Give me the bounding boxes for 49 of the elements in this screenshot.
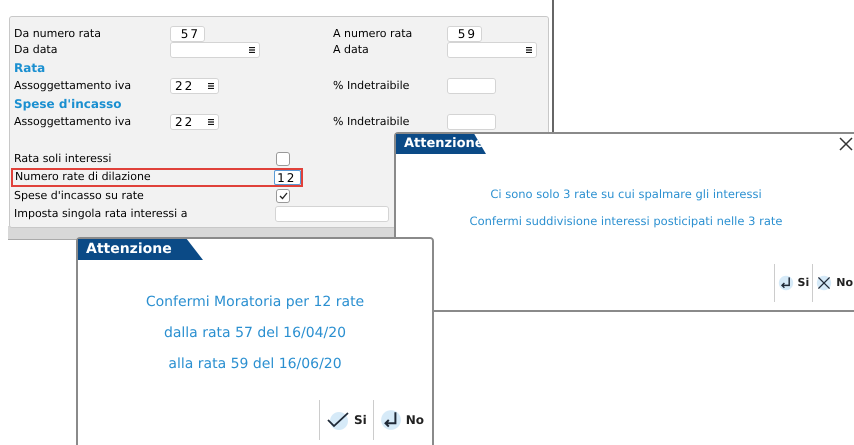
checkbox[interactable] [276,152,290,166]
field-label: Da numero rata [14,26,102,42]
list-icon [208,83,214,89]
number-field[interactable]: 57 [170,26,205,42]
field-label: A numero rata [333,26,414,42]
list-icon [249,47,255,53]
section-heading: Spese d'incasso [14,96,122,113]
dialog-button[interactable]: Si [318,400,373,440]
input-field[interactable] [275,206,389,222]
field-label: Rata soli interessi [14,150,112,167]
dialog-button[interactable]: No [372,400,430,440]
dialog-message: dalla rata 57 del 16/04/20 [164,324,346,343]
close-button[interactable] [838,136,854,152]
date-field[interactable] [447,42,537,58]
close-icon [838,136,854,152]
input-field[interactable] [447,78,496,94]
section-heading: Rata [14,60,46,77]
dialog-message: Ci sono solo 3 rate su cui spalmare gli interessi [490,186,762,203]
field-label: Imposta singola rata interessi a [14,206,188,222]
dialog-message: Confermi suddivisione interessi posticipati nelle 3 rate [470,213,782,230]
enter-icon [380,409,402,431]
dialog-message: alla rata 59 del 16/06/20 [168,355,342,374]
date-field[interactable] [170,42,260,58]
number-field[interactable]: 59 [447,26,482,42]
checkbox[interactable] [276,189,290,203]
dialog-title: Attenzione [78,239,203,260]
select-value: 22 [175,114,194,131]
check-icon [326,409,350,431]
field-label: % Indetraibile [333,114,410,130]
dialog-message: Confermi Moratoria per 12 rate [146,293,364,312]
number-field[interactable]: 12 [274,170,301,185]
input-field[interactable] [447,114,496,130]
list-icon [526,47,532,53]
check-icon [278,192,288,200]
select-field[interactable]: 22 [170,78,219,94]
field-label: Assoggettamento iva [14,114,132,130]
dialog-button[interactable]: No [812,264,854,302]
field-label: Da data [14,42,58,58]
select-value: 22 [175,78,194,95]
field-label: A data [333,42,370,58]
dialog-button[interactable]: Si [774,264,812,302]
close-icon [816,275,832,291]
field-label: Assoggettamento iva [14,78,132,94]
field-label: Numero rate di dilazione [15,169,152,186]
field-label: % Indetraibile [333,78,410,94]
field-label: Spese d'incasso su rate [14,188,145,204]
enter-icon [778,275,794,291]
list-icon [208,119,214,125]
select-field[interactable]: 22 [170,114,219,130]
